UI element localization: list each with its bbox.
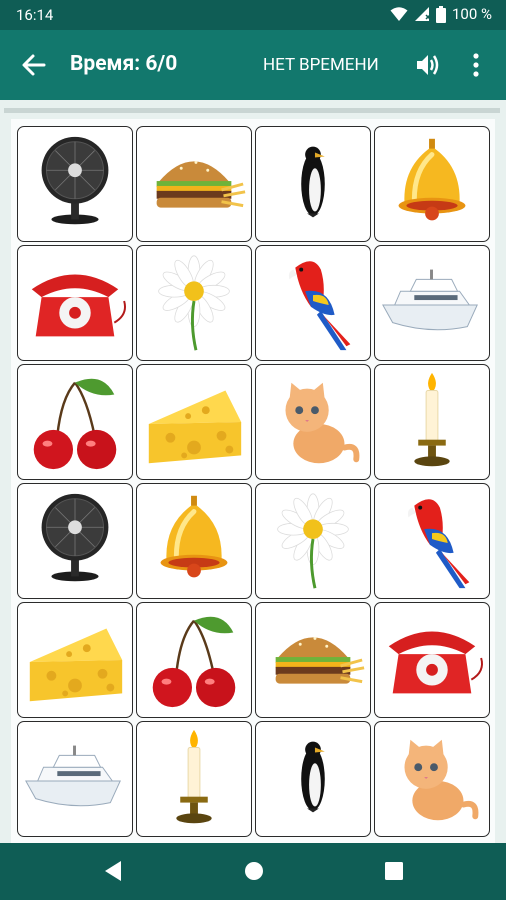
card-parrot[interactable]	[255, 245, 371, 361]
volume-icon[interactable]	[414, 52, 440, 82]
card-candle[interactable]	[374, 364, 490, 480]
wifi-icon	[390, 6, 408, 22]
more-options-icon[interactable]	[470, 52, 482, 82]
status-bar: 16:14 100 %	[0, 0, 506, 30]
divider	[4, 108, 500, 113]
card-burger[interactable]	[136, 126, 252, 242]
card-boat[interactable]	[374, 245, 490, 361]
card-fan[interactable]	[17, 483, 133, 599]
card-cherries[interactable]	[136, 602, 252, 718]
card-penguin[interactable]	[255, 721, 371, 837]
status-time: 16:14	[16, 6, 54, 24]
no-time-button[interactable]: НЕТ ВРЕМЕНИ	[263, 55, 379, 75]
nav-home-icon[interactable]	[243, 859, 265, 887]
card-daisy[interactable]	[136, 245, 252, 361]
back-arrow-icon[interactable]	[20, 51, 48, 79]
card-parrot[interactable]	[374, 483, 490, 599]
timer-title: Время: 6/0	[70, 52, 178, 76]
nav-recents-icon[interactable]	[383, 859, 405, 887]
card-cheese[interactable]	[136, 364, 252, 480]
card-grid	[17, 126, 490, 837]
card-burger[interactable]	[255, 602, 371, 718]
card-boat[interactable]	[17, 721, 133, 837]
app-bar: Время: 6/0 НЕТ ВРЕМЕНИ	[0, 30, 506, 100]
card-penguin[interactable]	[255, 126, 371, 242]
card-telephone[interactable]	[17, 245, 133, 361]
card-bell[interactable]	[374, 126, 490, 242]
battery-icon	[436, 5, 446, 23]
game-board	[11, 119, 495, 843]
card-cherries[interactable]	[17, 364, 133, 480]
signal-icon	[414, 6, 430, 22]
nav-back-icon[interactable]	[102, 859, 124, 887]
card-telephone[interactable]	[374, 602, 490, 718]
card-kitten[interactable]	[374, 721, 490, 837]
card-cheese[interactable]	[17, 602, 133, 718]
system-nav-bar	[0, 843, 506, 900]
card-daisy[interactable]	[255, 483, 371, 599]
battery-percent: 100 %	[452, 5, 492, 23]
card-bell[interactable]	[136, 483, 252, 599]
card-kitten[interactable]	[255, 364, 371, 480]
card-candle[interactable]	[136, 721, 252, 837]
card-fan[interactable]	[17, 126, 133, 242]
